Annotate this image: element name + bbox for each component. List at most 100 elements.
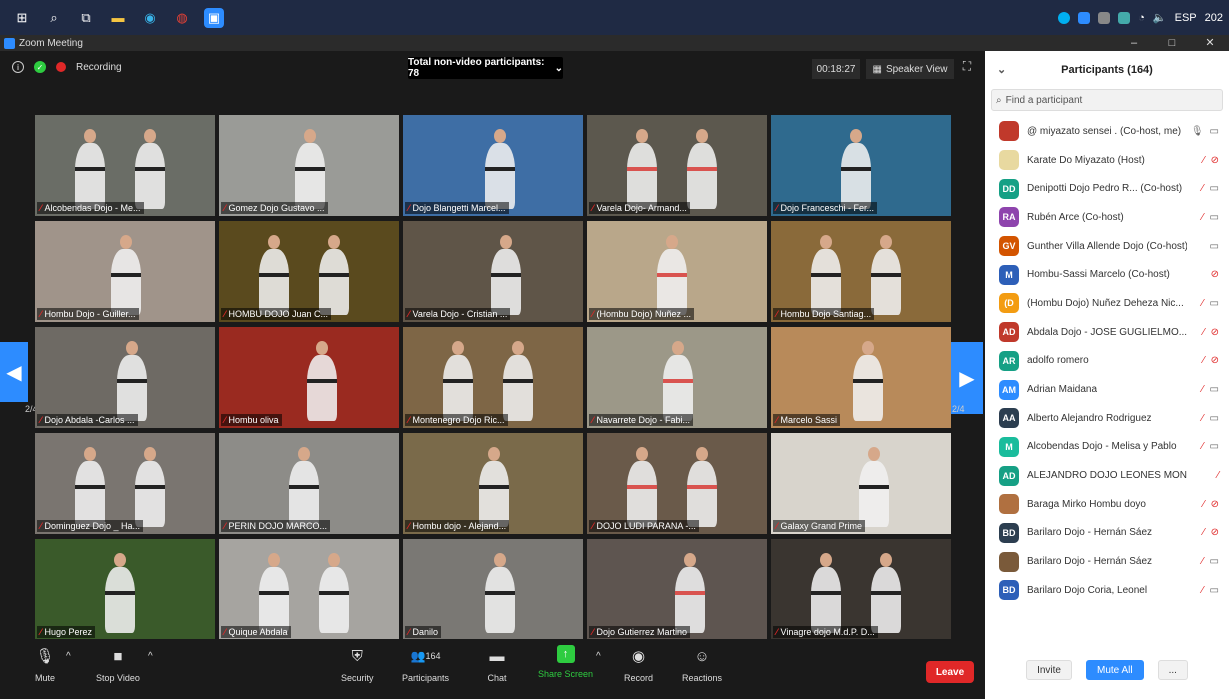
participant-row[interactable]: AA Alberto Alejandro Rodriguez ⁄ ▭	[985, 404, 1229, 433]
speaker-view-button[interactable]: ▦ Speaker View	[866, 59, 954, 79]
video-tile[interactable]: ⁄ Danilo	[403, 539, 583, 640]
minimize-button[interactable]: –	[1115, 35, 1153, 51]
video-tile[interactable]: ⁄ Gomez Dojo Gustavo ...	[219, 115, 399, 216]
participant-row[interactable]: GV Gunther Villa Allende Dojo (Co-host) ▭	[985, 232, 1229, 261]
video-camera-icon[interactable]: ▭	[1210, 126, 1219, 137]
collapse-panel-chevron-icon[interactable]: ⌄	[997, 63, 1006, 76]
chat-button[interactable]: ▬ Chat	[486, 645, 508, 684]
find-participant-search[interactable]: ⌕ Find a participant	[991, 89, 1223, 111]
stop-video-button[interactable]: ■ Stop Video	[96, 645, 140, 684]
muted-mic-icon[interactable]: ⁄	[1203, 327, 1205, 338]
maximize-button[interactable]: □	[1153, 35, 1191, 51]
video-off-icon[interactable]: ⊘	[1211, 327, 1219, 338]
muted-mic-icon[interactable]: ⁄	[1203, 527, 1205, 538]
video-tile[interactable]: ⁄ Hombu oliva	[219, 327, 399, 428]
previous-page-button[interactable]: ◀	[0, 342, 28, 402]
participant-row[interactable]: Karate Do Miyazato (Host) ⁄ ⊘	[985, 146, 1229, 175]
participant-row[interactable]: Baraga Mirko Hombu doyo ⁄ ⊘	[985, 490, 1229, 519]
video-camera-icon[interactable]: ▭	[1210, 183, 1219, 194]
video-tile[interactable]: ⁄ Navarrete Dojo - Fabi...	[587, 327, 767, 428]
video-off-icon[interactable]: ⊘	[1211, 269, 1219, 280]
muted-mic-icon[interactable]: ⁄	[1217, 470, 1219, 481]
muted-mic-icon[interactable]: ⁄	[1202, 298, 1204, 309]
participant-row[interactable]: RA Rubén Arce (Co-host) ⁄ ▭	[985, 203, 1229, 232]
video-camera-icon[interactable]: ▭	[1210, 585, 1219, 596]
zoom-tray-icon[interactable]	[1078, 11, 1091, 24]
file-explorer-icon[interactable]: ▬	[108, 8, 128, 28]
video-tile[interactable]: ⁄ Hugo Perez	[35, 539, 215, 640]
more-options-button[interactable]: ...	[1157, 660, 1188, 680]
mute-all-button[interactable]: Mute All	[1085, 660, 1144, 680]
muted-mic-icon[interactable]: ⁄	[1202, 441, 1204, 452]
video-options-chevron-icon[interactable]: ^	[148, 651, 153, 662]
video-camera-icon[interactable]: ▭	[1210, 384, 1219, 395]
video-off-icon[interactable]: ⊘	[1211, 355, 1219, 366]
volume-icon[interactable]: 🔈	[1153, 11, 1167, 24]
video-tile[interactable]: ⁄ Dojo Gutierrez Martino	[587, 539, 767, 640]
video-tile[interactable]: ⁄ Dominguez Dojo _ Ha...	[35, 433, 215, 534]
video-tile[interactable]: ⁄ PERIN DOJO MARCO...	[219, 433, 399, 534]
record-button[interactable]: ◉ Record	[624, 645, 653, 683]
participant-row[interactable]: AD ALEJANDRO DOJO LEONES MONTE... ⁄	[985, 461, 1229, 490]
video-off-icon[interactable]: ⊘	[1211, 527, 1219, 538]
muted-mic-icon[interactable]: ⁄	[1202, 183, 1204, 194]
video-tile[interactable]: ⁄ Alcobendas Dojo - Me...	[35, 115, 215, 216]
video-camera-icon[interactable]: ▭	[1210, 298, 1219, 309]
security-button[interactable]: ⛨ Security	[341, 645, 374, 684]
windows-start-icon[interactable]: ⊞	[12, 8, 32, 28]
wifi-icon[interactable]: ◔	[1138, 12, 1145, 24]
video-tile[interactable]: ⁄ Marcelo Sassi	[771, 327, 951, 428]
muted-mic-icon[interactable]: ⁄	[1202, 413, 1204, 424]
muted-mic-icon[interactable]: ⁄	[1203, 499, 1205, 510]
share-screen-button[interactable]: ↑ Share Screen	[538, 645, 593, 679]
task-view-icon[interactable]: ⧉	[76, 8, 96, 28]
video-camera-icon[interactable]: ▭	[1210, 241, 1219, 252]
video-tile[interactable]: ⁄ Quique Abdala	[219, 539, 399, 640]
network-tray-icon[interactable]	[1118, 11, 1131, 24]
video-tile[interactable]: ⁄ Varela Dojo- Armand...	[587, 115, 767, 216]
video-off-icon[interactable]: ⊘	[1211, 155, 1219, 166]
participant-row[interactable]: M Alcobendas Dojo - Melisa y Pablo ⁄ ▭	[985, 433, 1229, 462]
participants-button[interactable]: 👥 164 Participants	[402, 645, 449, 683]
video-tile[interactable]: ⁄ Varela Dojo - Cristian ...	[403, 221, 583, 322]
muted-mic-icon[interactable]: ⁄	[1202, 556, 1204, 567]
video-tile[interactable]: ⁄ (Hombu Dojo) Nuñez ...	[587, 221, 767, 322]
info-icon[interactable]: i	[12, 61, 24, 73]
video-camera-icon[interactable]: ▭	[1210, 212, 1219, 223]
muted-mic-icon[interactable]: ⁄	[1203, 155, 1205, 166]
muted-mic-icon[interactable]: ⁄	[1202, 212, 1204, 223]
muted-mic-icon[interactable]: ⁄	[1203, 355, 1205, 366]
participant-row[interactable]: AD Abdala Dojo - JOSE GUGLIELMO... ⁄ ⊘	[985, 318, 1229, 347]
participant-row[interactable]: BD Barilaro Dojo Coria, Leonel ⁄ ▭	[985, 576, 1229, 605]
share-options-chevron-icon[interactable]: ^	[596, 651, 601, 662]
muted-mic-icon[interactable]: ⁄	[1202, 585, 1204, 596]
video-tile[interactable]: ⁄ DOJO LUDI PARANA -...	[587, 433, 767, 534]
zoom-icon[interactable]: ▣	[204, 7, 224, 28]
audio-options-chevron-icon[interactable]: ^	[66, 651, 71, 662]
nonvideo-participants-toggle[interactable]: Total non-video participants: 78 ⌄	[408, 57, 563, 79]
invite-button[interactable]: Invite	[1026, 660, 1072, 680]
participant-row[interactable]: BD Barilaro Dojo - Hernán Sáez ⁄ ⊘	[985, 519, 1229, 548]
reactions-button[interactable]: ☺ Reactions	[682, 645, 722, 684]
clock-year[interactable]: 202	[1205, 12, 1223, 24]
participant-row[interactable]: DD Denipotti Dojo Pedro R... (Co-host) ⁄ ▭	[985, 174, 1229, 203]
video-tile[interactable]: ⁄ Hombu Dojo Santiag...	[771, 221, 951, 322]
close-window-button[interactable]: ✕	[1191, 35, 1229, 51]
microphone-icon[interactable]: 🎙	[1191, 126, 1204, 137]
video-camera-icon[interactable]: ▭	[1210, 556, 1219, 567]
edge-icon[interactable]: ◉	[140, 8, 160, 28]
skype-icon[interactable]	[1058, 11, 1071, 24]
video-tile[interactable]: ⁄ Galaxy Grand Prime	[771, 433, 951, 534]
language-indicator[interactable]: ESP	[1175, 12, 1197, 24]
participant-row[interactable]: (D (Hombu Dojo) Nuñez Deheza Nic... ⁄ ▭	[985, 289, 1229, 318]
participant-row[interactable]: AR adolfo romero ⁄ ⊘	[985, 347, 1229, 376]
video-camera-icon[interactable]: ▭	[1210, 413, 1219, 424]
fullscreen-icon[interactable]: ⛶	[958, 59, 976, 79]
video-tile[interactable]: ⁄ Montenegro Dojo Ric...	[403, 327, 583, 428]
video-tile[interactable]: ⁄ Dojo Abdala -Carlos ...	[35, 327, 215, 428]
video-camera-icon[interactable]: ▭	[1210, 441, 1219, 452]
leave-button[interactable]: Leave	[926, 661, 974, 683]
mute-button[interactable]: 🎙 Mute	[34, 645, 56, 683]
video-tile[interactable]: ⁄ Hombu dojo - Alejand...	[403, 433, 583, 534]
participant-row[interactable]: @ miyazato sensei . (Co-host, me) 🎙 ▭	[985, 117, 1229, 146]
